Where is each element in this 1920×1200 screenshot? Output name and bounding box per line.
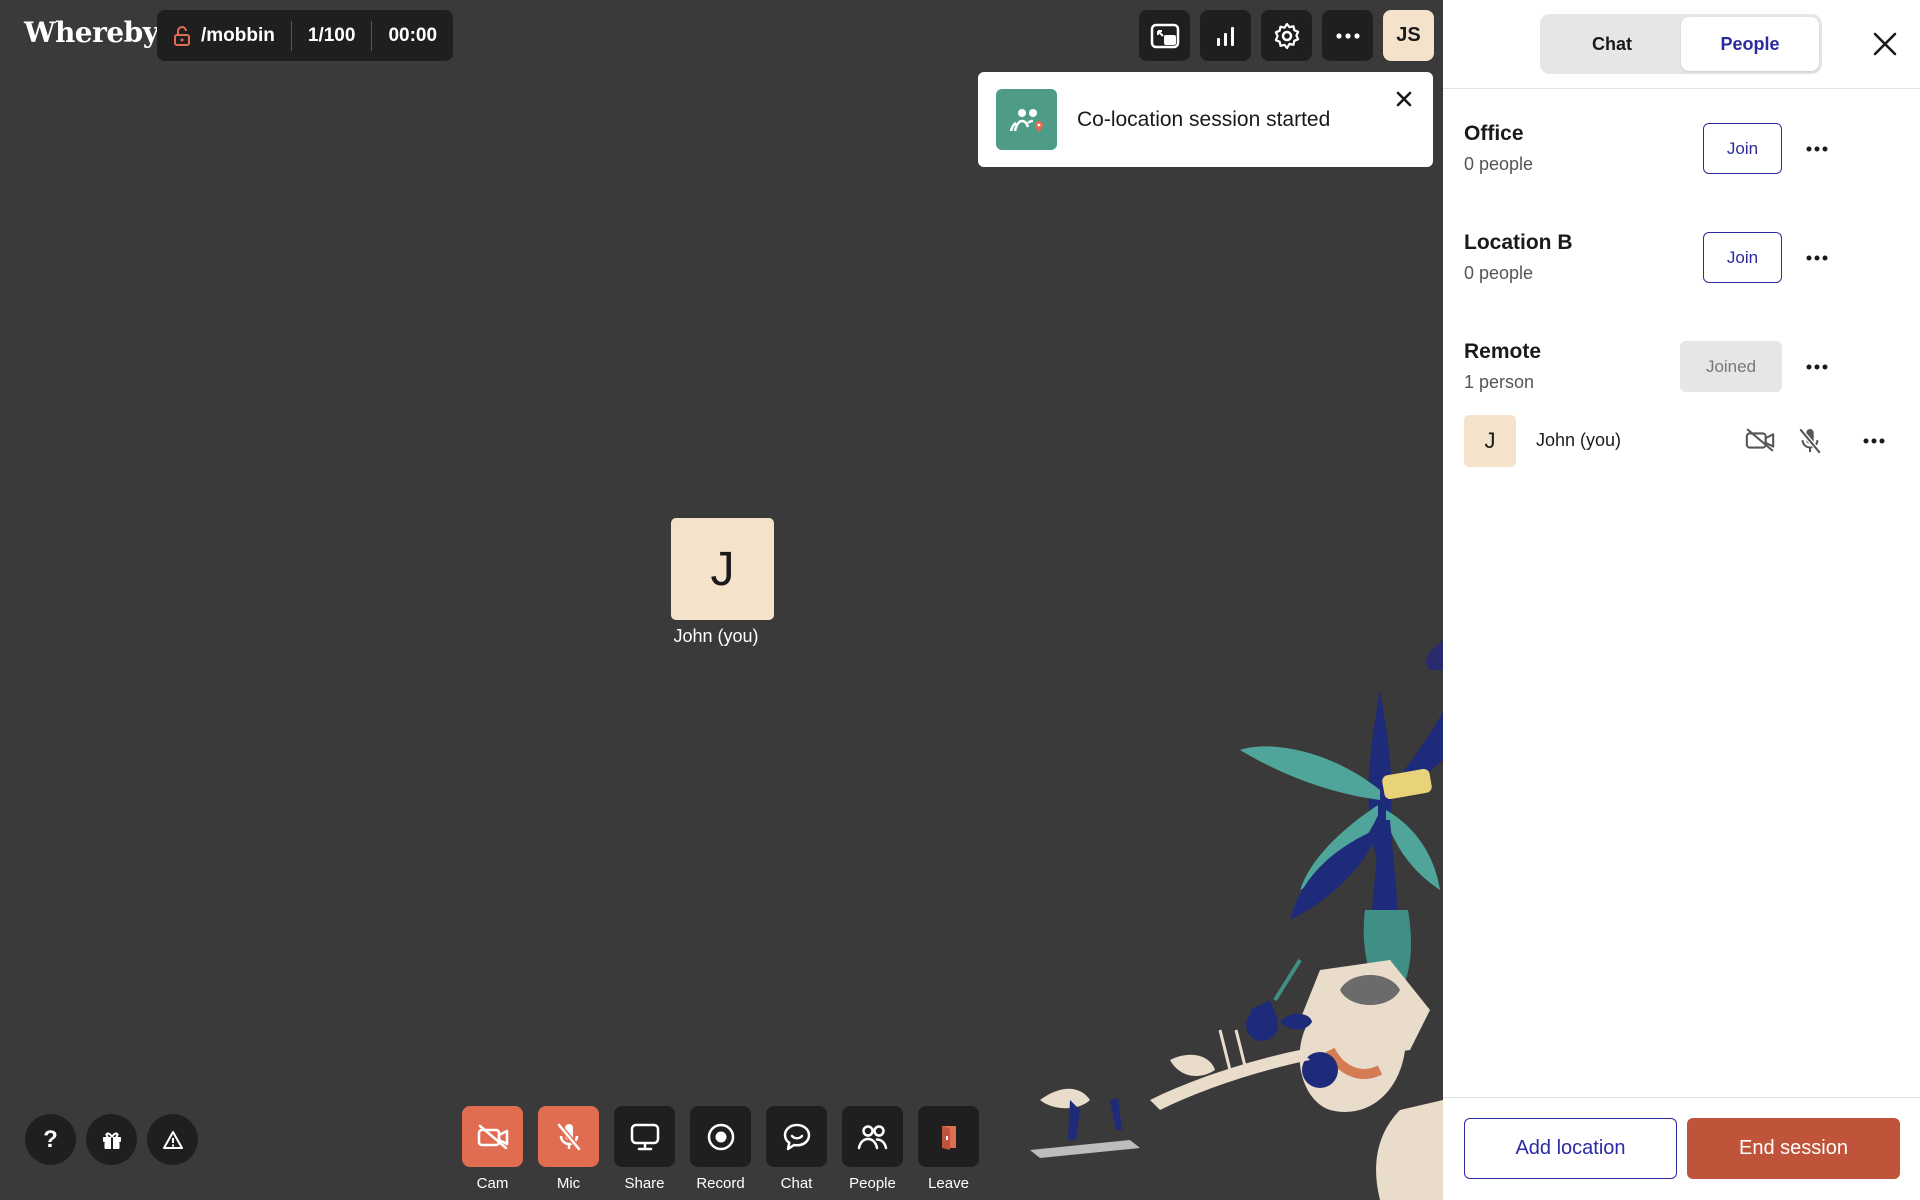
- location-group-location-b: Location B 0 people Join: [1464, 231, 1904, 284]
- join-location-b-button[interactable]: Join: [1703, 232, 1782, 283]
- help-icon: ?: [43, 1125, 58, 1153]
- screen-share-icon: [630, 1123, 659, 1150]
- call-controls: Cam Mic Share Record Chat People Leave: [462, 1106, 979, 1192]
- cam-toggle-button[interactable]: [462, 1106, 523, 1167]
- close-icon: [1396, 91, 1412, 107]
- people-button[interactable]: [842, 1106, 903, 1167]
- divider: [1443, 1097, 1920, 1098]
- record-icon: [707, 1123, 734, 1150]
- room-name: /mobbin: [201, 24, 275, 46]
- location-count: 0 people: [1464, 263, 1534, 283]
- cam-control: Cam: [462, 1106, 523, 1192]
- picture-in-picture-icon: [1150, 23, 1179, 48]
- user-avatar-button[interactable]: JS: [1383, 10, 1434, 61]
- chat-button[interactable]: [766, 1106, 827, 1167]
- participant-tile[interactable]: J: [671, 518, 774, 620]
- location-count: 0 people: [1464, 154, 1534, 174]
- share-screen-button[interactable]: [614, 1106, 675, 1167]
- record-control: Record: [690, 1106, 751, 1192]
- unlocked-icon: [173, 25, 191, 47]
- mic-off-icon: [556, 1122, 581, 1151]
- location-group-office: Office 0 people Join: [1464, 122, 1904, 175]
- leave-button[interactable]: [918, 1106, 979, 1167]
- record-label: Record: [696, 1175, 745, 1192]
- warning-icon: [162, 1130, 183, 1149]
- joined-remote-status: Joined: [1680, 341, 1782, 392]
- whats-new-button[interactable]: [86, 1114, 137, 1165]
- settings-button[interactable]: [1261, 10, 1312, 61]
- people-panel: Chat People Office 0 people Join Locatio…: [1443, 0, 1920, 1200]
- chat-icon: [783, 1123, 810, 1150]
- people-label: People: [849, 1175, 896, 1192]
- participant-count: 1/100: [307, 24, 356, 46]
- more-horizontal-icon: [1863, 438, 1885, 444]
- more-horizontal-icon: [1335, 32, 1360, 39]
- avatar: J: [1464, 415, 1516, 467]
- leave-label: Leave: [928, 1175, 969, 1192]
- participant-more-button[interactable]: [1859, 428, 1889, 454]
- location-name: Location B: [1464, 231, 1573, 254]
- network-stats-button[interactable]: [1200, 10, 1251, 61]
- camera-off-icon: [477, 1124, 508, 1149]
- share-label: Share: [624, 1175, 665, 1192]
- more-horizontal-icon: [1806, 255, 1828, 261]
- remote-more-button[interactable]: [1802, 354, 1832, 380]
- leave-control: Leave: [918, 1106, 979, 1192]
- notification-toast: Co-location session started: [978, 72, 1433, 167]
- people-icon: [857, 1124, 887, 1149]
- toast-message: Co-location session started: [1077, 107, 1331, 131]
- participant-row: J John (you): [1464, 415, 1904, 467]
- room-info-pill: /mobbin 1/100 00:00: [157, 10, 454, 61]
- session-timer: 00:00: [388, 24, 438, 46]
- record-button[interactable]: [690, 1106, 751, 1167]
- gear-icon: [1274, 22, 1299, 49]
- add-location-button[interactable]: Add location: [1464, 1118, 1677, 1179]
- mic-label: Mic: [556, 1175, 581, 1192]
- door-icon: [941, 1125, 956, 1150]
- people-control: People: [842, 1106, 903, 1192]
- panel-close-button[interactable]: [1869, 28, 1901, 60]
- signal-bars-icon: [1216, 26, 1234, 46]
- participant-name: John (you): [1536, 430, 1622, 450]
- end-session-button[interactable]: End session: [1687, 1118, 1900, 1179]
- participant-tile-name: John (you): [673, 626, 759, 646]
- video-stage: Whereby /mobbin 1/100 00:00 JS Co-locati…: [0, 0, 1443, 1200]
- report-issue-button[interactable]: [147, 1114, 198, 1165]
- chat-control: Chat: [766, 1106, 827, 1192]
- more-options-button[interactable]: [1322, 10, 1373, 61]
- divider: [1443, 88, 1920, 89]
- more-horizontal-icon: [1806, 146, 1828, 152]
- location-name: Office: [1464, 122, 1524, 145]
- cam-label: Cam: [476, 1175, 509, 1192]
- decorative-illustration: [1030, 640, 1443, 1200]
- co-location-icon: [996, 89, 1057, 150]
- toast-close-button[interactable]: [1391, 86, 1417, 112]
- tab-chat[interactable]: Chat: [1543, 17, 1681, 71]
- whereby-logo[interactable]: Whereby: [24, 16, 159, 49]
- help-button[interactable]: ?: [25, 1114, 76, 1165]
- top-toolbar: JS: [1139, 10, 1434, 61]
- join-office-button[interactable]: Join: [1703, 123, 1782, 174]
- office-more-button[interactable]: [1802, 136, 1832, 162]
- gift-icon: [102, 1132, 121, 1149]
- picture-in-picture-button[interactable]: [1139, 10, 1190, 61]
- mic-control: Mic: [538, 1106, 599, 1192]
- camera-off-icon: [1744, 427, 1776, 458]
- chat-label: Chat: [780, 1175, 813, 1192]
- location-b-more-button[interactable]: [1802, 245, 1832, 271]
- panel-tabs: Chat People: [1540, 14, 1822, 74]
- share-control: Share: [614, 1106, 675, 1192]
- tab-people[interactable]: People: [1681, 17, 1819, 71]
- more-horizontal-icon: [1806, 364, 1828, 370]
- room-name-button[interactable]: /mobbin: [157, 10, 291, 61]
- close-icon: [1873, 32, 1897, 56]
- mic-off-icon: [1798, 427, 1822, 460]
- mic-toggle-button[interactable]: [538, 1106, 599, 1167]
- help-buttons: ?: [25, 1114, 198, 1165]
- location-group-remote: Remote 1 person Joined: [1464, 340, 1904, 393]
